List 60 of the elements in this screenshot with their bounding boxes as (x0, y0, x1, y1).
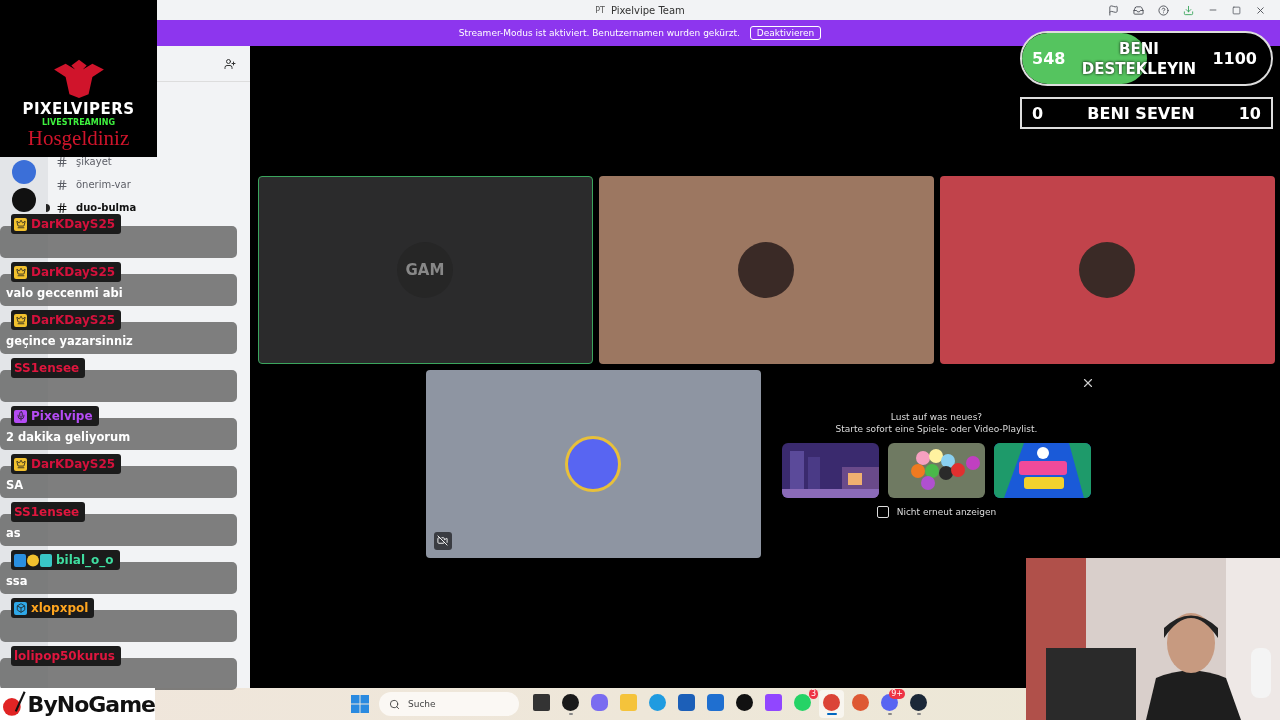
maximize-icon[interactable] (1232, 5, 1241, 15)
logo-tagline: LIVESTREAMING (42, 118, 115, 127)
popup-title: Lust auf was neues? Starte sofort eine Spiele- oder Video-Playlist. (835, 410, 1038, 435)
message-text: valo geccenmi abi (6, 286, 123, 300)
flag-icon[interactable] (1108, 4, 1119, 16)
server-initials: PT (595, 5, 605, 15)
inbox-icon[interactable] (1133, 4, 1144, 16)
username: DarKDayS25 (31, 217, 116, 231)
channel-item[interactable]: şikayet (56, 155, 114, 169)
username: DarKDayS25 (31, 457, 116, 471)
search-field[interactable]: Suche (379, 692, 519, 716)
channel-item[interactable]: önerim-var (56, 178, 133, 192)
deactivate-button[interactable]: Deaktivieren (749, 26, 822, 40)
likes-label: BENI SEVEN (1087, 103, 1195, 123)
username: DarKDayS25 (31, 265, 116, 279)
close-icon[interactable] (1255, 4, 1266, 16)
video-tile[interactable]: GAM (257, 175, 593, 364)
checkbox-label: Nicht erneut anzeigen (896, 506, 997, 517)
goal-target: 1100 (1212, 49, 1257, 68)
hash-icon (56, 179, 68, 191)
avatar (565, 435, 621, 492)
greeting: Hosgeldiniz (27, 127, 130, 149)
video-tile[interactable] (939, 175, 1275, 364)
username: SS1ensee (14, 361, 80, 375)
goal-current: 548 (1032, 49, 1066, 68)
username: Pixelvipe (31, 409, 93, 423)
server-icon[interactable] (12, 188, 36, 212)
avatar: GAM (397, 241, 453, 298)
hash-icon (56, 156, 68, 168)
search-icon (389, 698, 400, 710)
username: DarKDayS25 (31, 313, 116, 327)
video-tile[interactable] (598, 175, 934, 364)
notification-badge: 3 (808, 689, 818, 699)
likes-current: 0 (1032, 103, 1044, 123)
likes-target: 10 (1238, 103, 1261, 123)
avatar (738, 241, 794, 298)
avatar (1079, 241, 1135, 298)
window-title: Pixelvipe Team (610, 4, 685, 16)
username: SS1ensee (14, 505, 80, 519)
camera-off-icon[interactable] (433, 531, 452, 550)
add-user-icon[interactable] (224, 57, 236, 70)
message-text: as (6, 526, 21, 540)
username: xlopxpol (31, 601, 89, 615)
message-text: 2 dakika geliyorum (6, 430, 131, 444)
notification-badge: 9+ (889, 689, 905, 699)
username: bilal_o_o (56, 553, 114, 567)
message-text: geçince yazarsinniz (6, 334, 133, 348)
checkbox[interactable] (876, 505, 889, 518)
message-text: SA (6, 478, 24, 492)
logo-name: PIXELVIPERS (22, 100, 135, 118)
help-icon[interactable] (1158, 4, 1169, 16)
sponsor-name: ByNoGame (27, 691, 155, 717)
message-text: ssa (6, 574, 28, 588)
download-icon[interactable] (1183, 4, 1194, 16)
banner-text: Streamer-Modus ist aktiviert. Benutzernamen wurden gekürzt. (458, 28, 740, 38)
video-tile[interactable] (425, 369, 761, 558)
username: lolipop50kurus (14, 649, 115, 663)
channel-item[interactable]: duo-bulma (56, 201, 139, 215)
unread-icon (46, 204, 50, 212)
pen-icon (2, 691, 26, 717)
